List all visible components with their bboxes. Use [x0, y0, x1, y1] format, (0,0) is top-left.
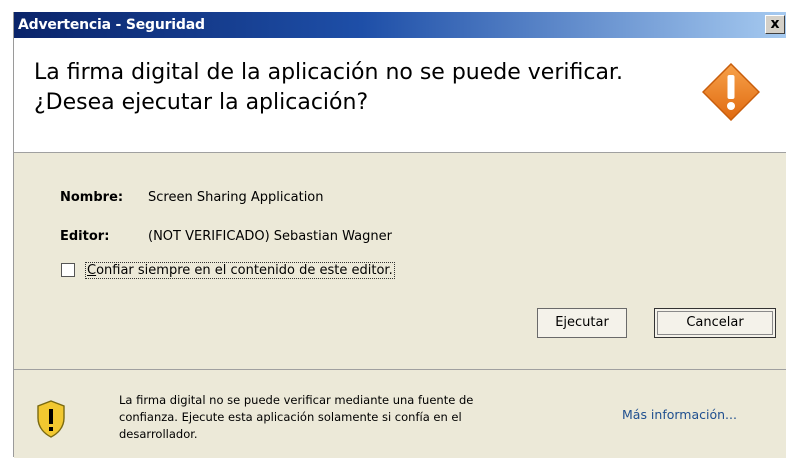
headline-line-1: La firma digital de la aplicación no se … [34, 60, 623, 85]
footer-line-1: La firma digital no se puede verificar m… [119, 393, 474, 407]
headline: La firma digital de la aplicación no se … [34, 58, 623, 118]
warning-diamond-icon [702, 63, 760, 121]
trust-publisher-label[interactable]: Confiar siempre en el contenido de este … [85, 262, 395, 279]
footer-message: La firma digital no se puede verificar m… [119, 392, 549, 443]
trust-publisher-checkbox[interactable] [61, 263, 75, 277]
cancel-button[interactable]: Cancelar [654, 308, 776, 338]
footer-line-2: confianza. Ejecute esta aplicación solam… [119, 410, 462, 424]
more-info-link[interactable]: Más información... [622, 407, 737, 422]
security-warning-dialog: Advertencia - Seguridad x La firma digit… [13, 12, 786, 458]
close-button[interactable]: x [765, 15, 785, 34]
trust-publisher-label-text: onfiar siempre en el contenido de este e… [96, 263, 393, 278]
name-label: Nombre: [60, 190, 124, 205]
publisher-value: (NOT VERIFICADO) Sebastian Wagner [148, 229, 392, 244]
close-icon: x [770, 16, 780, 32]
window-title: Advertencia - Seguridad [18, 17, 205, 33]
shield-warning-icon [37, 400, 65, 438]
title-bar[interactable]: Advertencia - Seguridad x [14, 12, 786, 38]
name-value: Screen Sharing Application [148, 190, 324, 205]
run-button[interactable]: Ejecutar [537, 308, 627, 338]
publisher-label: Editor: [60, 229, 110, 244]
trust-publisher-accelerator: C [87, 263, 97, 278]
dialog-body: Nombre: Screen Sharing Application Edito… [14, 153, 786, 369]
dialog-footer: La firma digital no se puede verificar m… [14, 369, 786, 458]
dialog-header: La firma digital de la aplicación no se … [14, 38, 786, 153]
headline-line-2: ¿Desea ejecutar la aplicación? [34, 90, 369, 115]
footer-line-3: desarrollador. [119, 427, 198, 441]
